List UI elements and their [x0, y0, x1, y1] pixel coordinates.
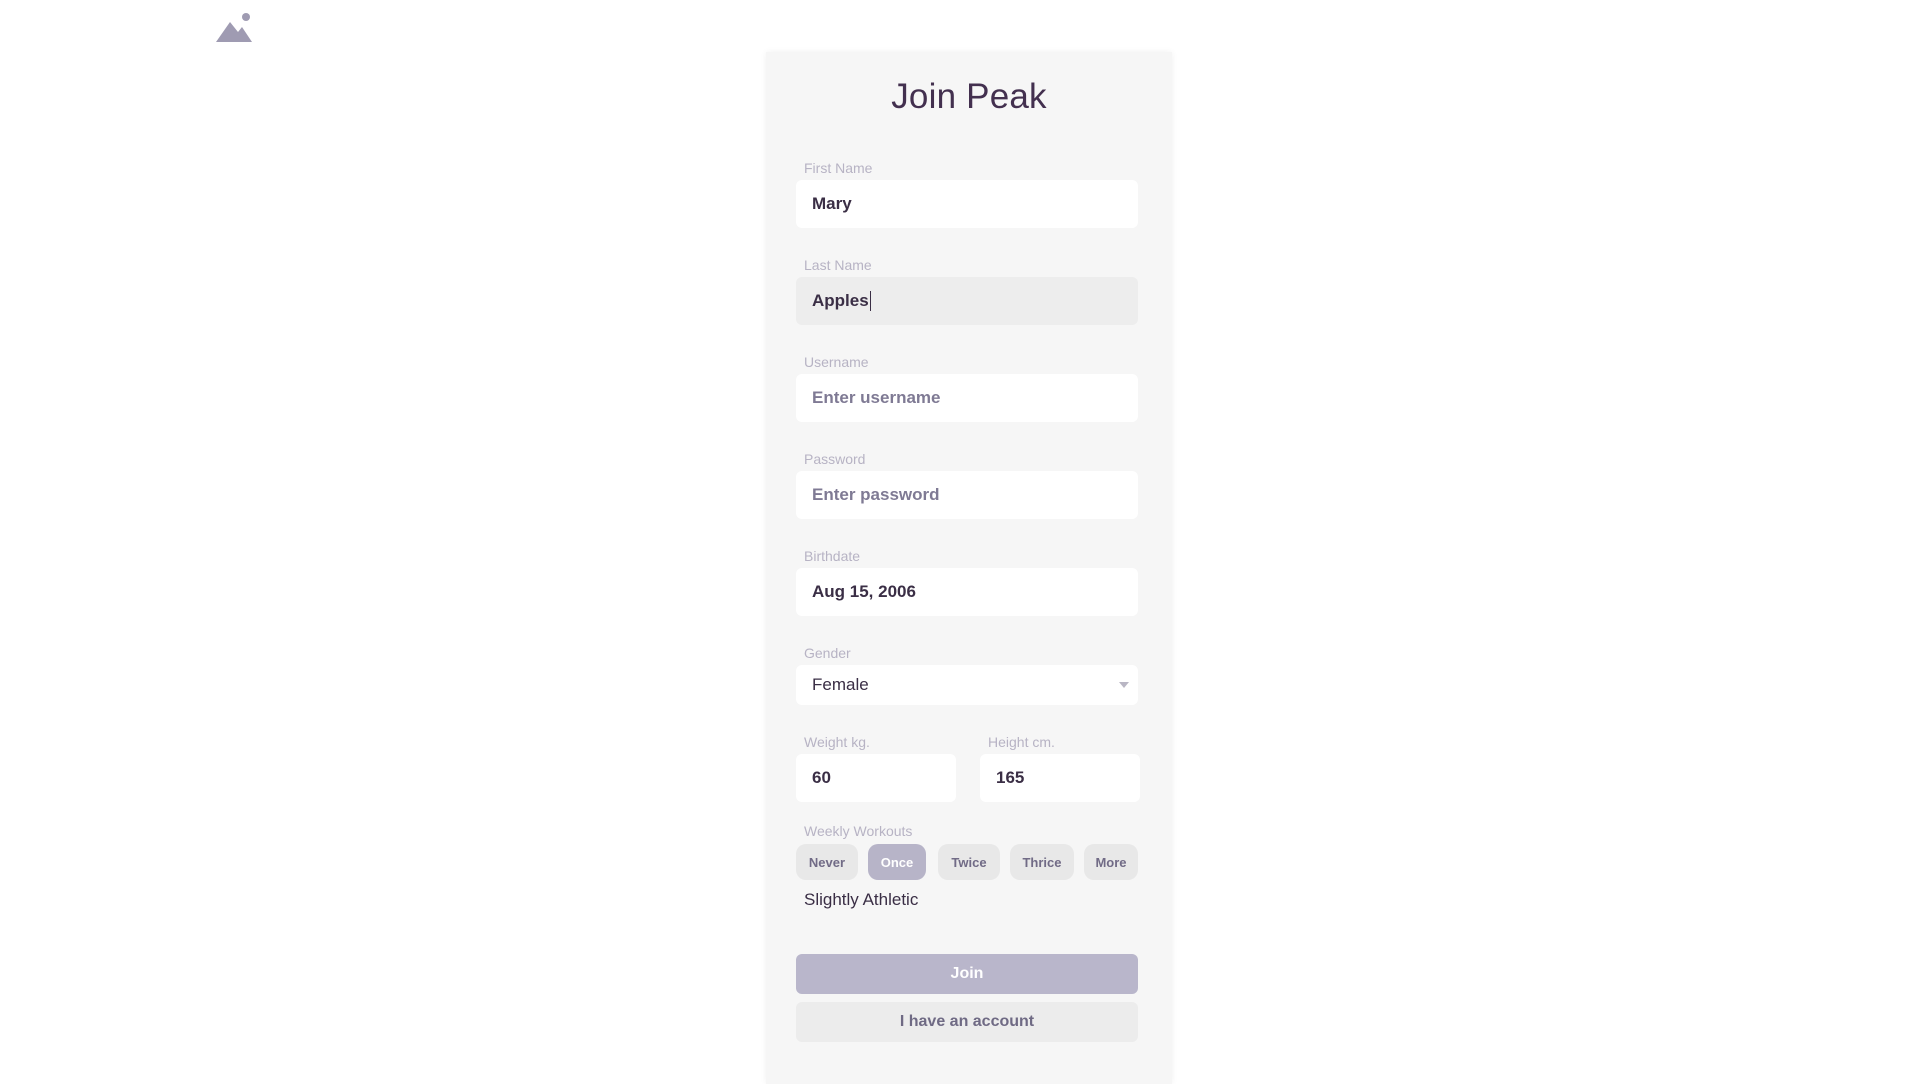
gender-label: Gender — [804, 645, 851, 661]
weight-field[interactable]: 60 — [796, 754, 956, 802]
text-caret — [869, 291, 871, 311]
birthdate-label: Birthdate — [804, 548, 861, 564]
last-name-label: Last Name — [804, 257, 872, 273]
gender-select[interactable]: Female — [796, 665, 1138, 705]
weekly-workouts-label: Weekly Workouts — [804, 823, 913, 839]
password-placeholder: Enter password — [812, 485, 940, 504]
mountain-icon — [216, 13, 252, 42]
password-label: Password — [804, 451, 866, 467]
height-value: 165 — [996, 768, 1025, 787]
height-field[interactable]: 165 — [980, 754, 1140, 802]
first-name-field[interactable]: Mary — [796, 180, 1138, 228]
workout-option-thrice[interactable]: Thrice — [1010, 844, 1074, 880]
password-field[interactable]: Enter password — [796, 471, 1138, 519]
height-label: Height cm. — [988, 734, 1055, 750]
username-label: Username — [804, 354, 869, 370]
weight-label: Weight kg. — [804, 734, 870, 750]
page-title: Join Peak — [891, 77, 1047, 116]
username-field[interactable]: Enter username — [796, 374, 1138, 422]
first-name-value: Mary — [812, 194, 852, 213]
birthdate-field[interactable]: Aug 15, 2006 — [796, 568, 1138, 616]
birthdate-value: Aug 15, 2006 — [812, 582, 916, 601]
username-placeholder: Enter username — [812, 388, 941, 407]
first-name-label: First Name — [804, 160, 873, 176]
last-name-field[interactable]: Apples — [796, 277, 1138, 325]
workout-option-twice[interactable]: Twice — [938, 844, 1000, 880]
workout-option-more[interactable]: More — [1084, 844, 1138, 880]
athletic-level-text: Slightly Athletic — [804, 890, 919, 909]
workout-option-once[interactable]: Once — [868, 844, 926, 880]
have-account-button[interactable]: I have an account — [796, 1002, 1138, 1042]
workout-option-never[interactable]: Never — [796, 844, 858, 880]
signup-card: Join Peak First Name Mary Last Name Appl… — [766, 52, 1172, 1084]
weight-value: 60 — [812, 768, 831, 787]
join-button[interactable]: Join — [796, 954, 1138, 994]
last-name-value: Apples — [812, 291, 869, 310]
chevron-down-icon — [1119, 682, 1129, 688]
gender-value: Female — [812, 675, 869, 694]
